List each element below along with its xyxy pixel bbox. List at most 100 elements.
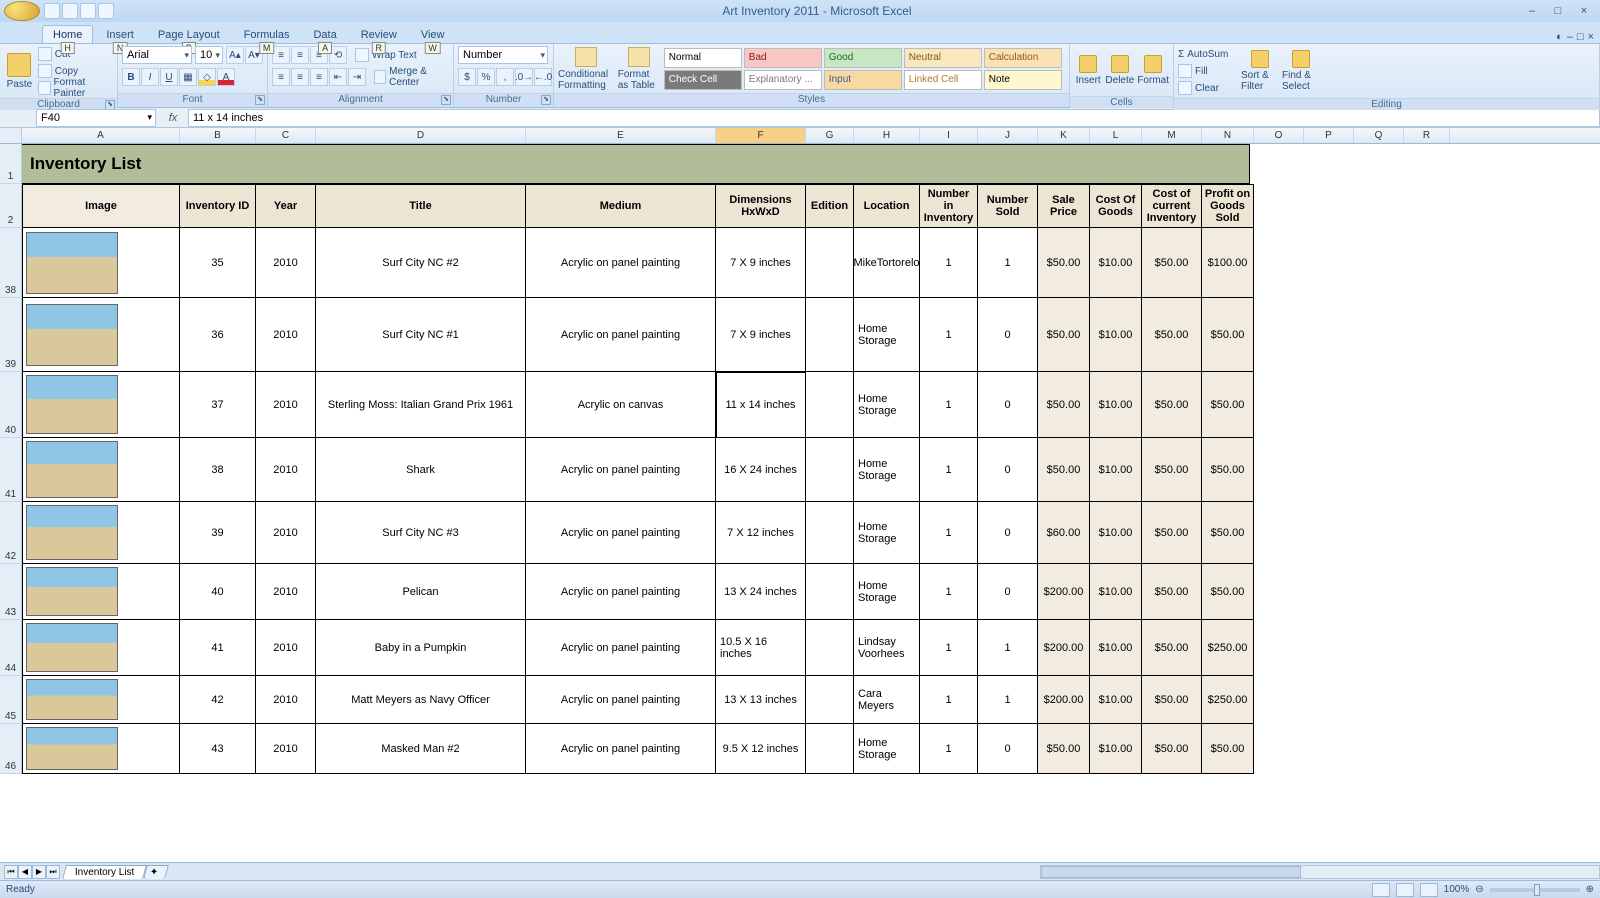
col-header-K[interactable]: K	[1038, 128, 1090, 143]
cell[interactable]: $50.00	[1202, 298, 1254, 372]
col-header-P[interactable]: P	[1304, 128, 1354, 143]
paste-button[interactable]: Paste	[4, 47, 35, 95]
cell[interactable]	[806, 372, 854, 438]
align-center-icon[interactable]: ≡	[291, 68, 309, 86]
style-calculation[interactable]: Calculation	[984, 48, 1062, 68]
cell[interactable]: $250.00	[1202, 676, 1254, 724]
cell[interactable]: 0	[978, 502, 1038, 564]
qat-redo[interactable]	[80, 3, 96, 19]
cell[interactable]: 2010	[256, 372, 316, 438]
cell[interactable]: $10.00	[1090, 676, 1142, 724]
style-neutral[interactable]: Neutral	[904, 48, 982, 68]
tab-formulas[interactable]: FormulasM	[233, 25, 301, 43]
cell[interactable]: 2010	[256, 724, 316, 774]
cell[interactable]: $50.00	[1142, 438, 1202, 502]
style-bad[interactable]: Bad	[744, 48, 822, 68]
cell[interactable]: $10.00	[1090, 298, 1142, 372]
close-workbook-icon[interactable]: ×	[1588, 31, 1594, 43]
cell[interactable]: 37	[180, 372, 256, 438]
cell[interactable]: 1	[920, 724, 978, 774]
number-dialog-icon[interactable]: ⬊	[541, 95, 551, 105]
office-button[interactable]	[4, 1, 40, 21]
cell[interactable]	[806, 228, 854, 298]
cell[interactable]: 1	[920, 372, 978, 438]
sheet-nav-first-icon[interactable]: ⏮	[4, 865, 18, 879]
col-header-G[interactable]: G	[806, 128, 854, 143]
cell[interactable]	[22, 228, 180, 298]
tab-page-layout[interactable]: Page LayoutP	[147, 25, 231, 43]
cell[interactable]: Acrylic on panel painting	[526, 228, 716, 298]
view-page-layout-icon[interactable]	[1396, 883, 1414, 897]
align-left-icon[interactable]: ≡	[272, 68, 290, 86]
cell[interactable]: $50.00	[1142, 298, 1202, 372]
row-header-41[interactable]: 41	[0, 438, 22, 502]
font-color-icon[interactable]: A	[217, 68, 235, 86]
cell[interactable]: 2010	[256, 502, 316, 564]
align-right-icon[interactable]: ≡	[310, 68, 328, 86]
cell[interactable]: Home Storage	[854, 502, 920, 564]
cell[interactable]: Lindsay Voorhees	[854, 620, 920, 676]
zoom-out-icon[interactable]: ⊖	[1475, 884, 1483, 895]
clear-button[interactable]: Clear	[1178, 80, 1238, 96]
row-header-43[interactable]: 43	[0, 564, 22, 620]
cell[interactable]: $50.00	[1202, 372, 1254, 438]
cell[interactable]: $10.00	[1090, 372, 1142, 438]
fill-button[interactable]: Fill	[1178, 63, 1238, 79]
style-explanatory-[interactable]: Explanatory ...	[744, 70, 822, 90]
cell[interactable]: Home Storage	[854, 724, 920, 774]
cell[interactable]: $50.00	[1142, 724, 1202, 774]
percent-icon[interactable]: %	[477, 68, 495, 86]
cell[interactable]: MikeTortorelo	[854, 228, 920, 298]
col-header-L[interactable]: L	[1090, 128, 1142, 143]
cell[interactable]: 2010	[256, 228, 316, 298]
cell[interactable]: $200.00	[1038, 620, 1090, 676]
cell[interactable]: $50.00	[1142, 564, 1202, 620]
cell[interactable]: 1	[920, 620, 978, 676]
cell[interactable]: 7 X 9 inches	[716, 228, 806, 298]
view-normal-icon[interactable]	[1372, 883, 1390, 897]
tab-review[interactable]: ReviewR	[350, 25, 408, 43]
spreadsheet-grid[interactable]: 12383940414243444546 Inventory ListImage…	[0, 144, 1600, 862]
cell[interactable]	[806, 620, 854, 676]
cell[interactable]: 0	[978, 438, 1038, 502]
tab-insert[interactable]: InsertN	[95, 25, 145, 43]
sort-filter-button[interactable]: Sort & Filter	[1241, 47, 1279, 95]
italic-icon[interactable]: I	[141, 68, 159, 86]
decrease-decimal-icon[interactable]: ←.0	[534, 68, 552, 86]
cell[interactable]: $50.00	[1142, 372, 1202, 438]
cell[interactable]: Acrylic on panel painting	[526, 438, 716, 502]
cell[interactable]: Surf City NC #1	[316, 298, 526, 372]
cell[interactable]: $50.00	[1142, 676, 1202, 724]
cell[interactable]: $50.00	[1038, 438, 1090, 502]
cell[interactable]: 1	[920, 502, 978, 564]
col-header-N[interactable]: N	[1202, 128, 1254, 143]
row-header-1[interactable]: 1	[0, 144, 22, 184]
insert-cells-button[interactable]: Insert	[1074, 46, 1102, 94]
cell[interactable]	[22, 564, 180, 620]
col-header-I[interactable]: I	[920, 128, 978, 143]
cell[interactable]: Sterling Moss: Italian Grand Prix 1961	[316, 372, 526, 438]
cell[interactable]: Surf City NC #2	[316, 228, 526, 298]
style-good[interactable]: Good	[824, 48, 902, 68]
cell-styles-gallery[interactable]: NormalBadGoodNeutralCalculationCheck Cel…	[664, 48, 1065, 90]
cell[interactable]: 0	[978, 298, 1038, 372]
cell[interactable]: Acrylic on panel painting	[526, 502, 716, 564]
cell[interactable]: Home Storage	[854, 438, 920, 502]
cell[interactable]: 42	[180, 676, 256, 724]
format-as-table-button[interactable]: Format as Table	[618, 47, 661, 91]
style-normal[interactable]: Normal	[664, 48, 742, 68]
cell[interactable]: $50.00	[1142, 502, 1202, 564]
format-painter-button[interactable]: Format Painter	[38, 80, 113, 96]
cell[interactable]: 1	[920, 676, 978, 724]
cell[interactable]: $100.00	[1202, 228, 1254, 298]
col-header-Q[interactable]: Q	[1354, 128, 1404, 143]
cell[interactable]: $50.00	[1038, 724, 1090, 774]
cell[interactable]: 1	[920, 564, 978, 620]
cell[interactable]: 13 X 24 inches	[716, 564, 806, 620]
cell[interactable]: Cara Meyers	[854, 676, 920, 724]
formula-input[interactable]: 11 x 14 inches	[188, 109, 1600, 127]
cell[interactable]: 40	[180, 564, 256, 620]
style-input[interactable]: Input	[824, 70, 902, 90]
conditional-formatting-button[interactable]: Conditional Formatting	[558, 47, 615, 91]
cell[interactable]	[806, 724, 854, 774]
